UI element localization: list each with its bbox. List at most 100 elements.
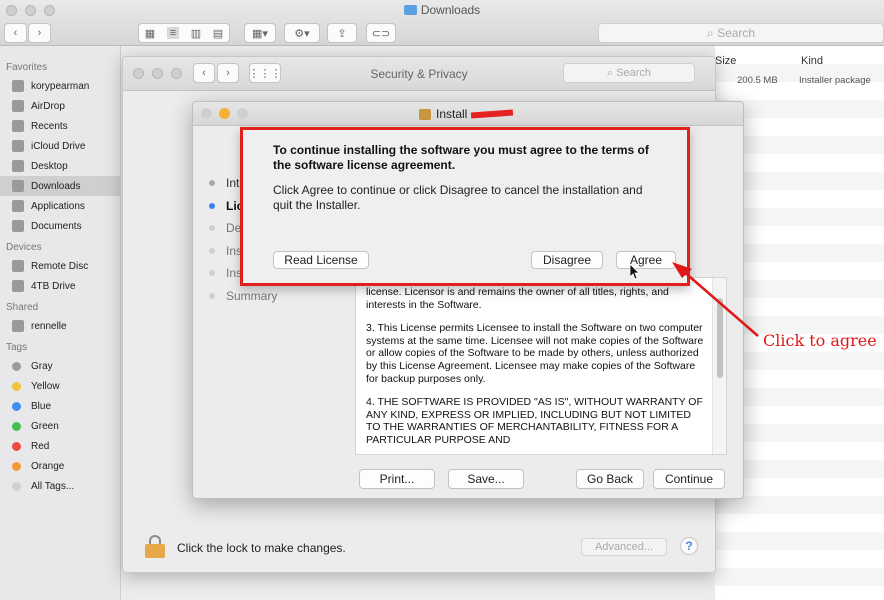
print-button[interactable]: Print... <box>359 469 435 489</box>
continue-button[interactable]: Continue <box>653 469 725 489</box>
read-license-button[interactable]: Read License <box>273 251 369 269</box>
gallery-view-icon[interactable]: ▤ <box>213 27 223 40</box>
sidebar-item-label: Orange <box>31 460 65 472</box>
minimize-button[interactable] <box>219 108 230 119</box>
back-button[interactable]: ‹ <box>4 23 27 43</box>
disc-icon <box>12 260 24 272</box>
sidebar-item-rennelle[interactable]: rennelle <box>0 316 120 336</box>
forward-button[interactable]: › <box>28 23 51 43</box>
sidebar-section-favorites: Favorites <box>6 62 48 73</box>
step-bullet-icon <box>209 180 215 187</box>
action-gear-button[interactable]: ⚙▾ <box>284 23 320 43</box>
file-kind: Installer package <box>799 75 871 86</box>
view-mode-switcher[interactable]: ▦ ≡ ▥ ▤ <box>138 23 230 43</box>
sidebar-item-airdrop[interactable]: AirDrop <box>0 96 120 116</box>
search-icon: ⌕ <box>606 67 614 79</box>
column-view-icon[interactable]: ▥ <box>191 27 201 40</box>
airdrop-icon <box>12 100 24 112</box>
annotation-label: Click to agree <box>763 331 877 350</box>
folder-icon <box>403 5 417 15</box>
sidebar-item-label: Desktop <box>31 160 68 172</box>
tag-color-dot-icon <box>12 381 21 391</box>
tag-color-dot-icon <box>12 401 21 411</box>
sidebar-item-label: Yellow <box>31 380 60 392</box>
save-button[interactable]: Save... <box>448 469 524 489</box>
sidebar-item-label: Documents <box>31 220 82 232</box>
sidebar-item-4tb-drive[interactable]: 4TB Drive <box>0 276 120 296</box>
step-bullet-icon <box>209 292 215 299</box>
sidebar-item-red[interactable]: Red <box>0 436 120 456</box>
drive-icon <box>12 280 24 292</box>
zoom-button[interactable] <box>237 108 248 119</box>
share-button[interactable]: ⇪ <box>327 23 357 43</box>
sidebar-item-applications[interactable]: Applications <box>0 196 120 216</box>
redaction-mark <box>471 109 514 119</box>
sidebar-item-label: All Tags... <box>31 480 75 492</box>
tags-button[interactable]: ⊂⊃ <box>366 23 396 43</box>
sidebar-item-label: iCloud Drive <box>31 140 86 152</box>
sidebar-item-label: Applications <box>31 200 85 212</box>
column-header-kind[interactable]: Kind <box>801 55 823 67</box>
mouse-cursor-icon <box>630 264 640 280</box>
installer-step: Summary <box>209 285 349 308</box>
tag-color-dot-icon <box>12 461 21 471</box>
license-paragraph: license. Licensor is and remains the own… <box>366 286 669 311</box>
license-paragraph: 4. THE SOFTWARE IS PROVIDED "AS IS", WIT… <box>366 396 703 446</box>
security-search-input[interactable]: ⌕ Search <box>563 63 695 83</box>
installer-window-controls[interactable] <box>201 108 248 119</box>
finder-titlebar: Downloads ‹ › ▦ ≡ ▥ ▤ ▦▾ ⚙▾ ⇪ ⊂⊃ ⌕ Searc… <box>0 0 884 46</box>
tag-color-dot-icon <box>12 361 21 371</box>
sidebar-section-devices: Devices <box>6 242 42 253</box>
desktop-icon <box>12 160 24 172</box>
installer-window-title: Install <box>419 107 514 121</box>
sidebar-item-label: Downloads <box>31 180 81 192</box>
file-size: 200.5 MB <box>737 75 778 86</box>
lock-icon[interactable] <box>145 535 165 558</box>
go-back-button[interactable]: Go Back <box>576 469 644 489</box>
installer-titlebar: Install <box>193 102 743 126</box>
sidebar-item-documents[interactable]: Documents <box>0 216 120 236</box>
scroll-thumb[interactable] <box>717 298 723 378</box>
lock-hint-text: Click the lock to make changes. <box>177 541 346 555</box>
dialog-message: Click Agree to continue or click Disagre… <box>273 183 643 212</box>
cloud-icon <box>12 140 24 152</box>
sidebar-item-label: 4TB Drive <box>31 280 76 292</box>
home-icon <box>12 80 24 92</box>
list-view-icon[interactable]: ≡ <box>166 27 180 39</box>
agree-button[interactable]: Agree <box>616 251 676 269</box>
sidebar-item-recents[interactable]: Recents <box>0 116 120 136</box>
search-icon: ⌕ <box>707 26 714 40</box>
sidebar-item-desktop[interactable]: Desktop <box>0 156 120 176</box>
sidebar-item-label: Blue <box>31 400 52 412</box>
step-bullet-icon <box>209 247 215 254</box>
computer-icon <box>12 320 24 332</box>
sidebar-item-label: Gray <box>31 360 53 372</box>
sidebar-item-yellow[interactable]: Yellow <box>0 376 120 396</box>
sidebar-item-green[interactable]: Green <box>0 416 120 436</box>
sidebar-item-orange[interactable]: Orange <box>0 456 120 476</box>
license-scrollbar[interactable] <box>712 278 726 454</box>
sidebar-item-blue[interactable]: Blue <box>0 396 120 416</box>
sidebar-item-label: Recents <box>31 120 68 132</box>
sidebar-item-korypearman[interactable]: korypearman <box>0 76 120 96</box>
license-text-area[interactable]: license. Licensor is and remains the own… <box>355 277 727 455</box>
recents-icon <box>12 120 24 132</box>
sidebar-item-all-tags[interactable]: All Tags... <box>0 476 120 496</box>
column-header-size[interactable]: Size <box>715 55 736 67</box>
group-by-button[interactable]: ▦▾ <box>244 23 276 43</box>
advanced-button[interactable]: Advanced... <box>581 538 667 556</box>
table-row[interactable]: 200.5 MB Installer package <box>715 71 884 89</box>
finder-search-input[interactable]: ⌕ Search <box>598 23 884 43</box>
sidebar-item-gray[interactable]: Gray <box>0 356 120 376</box>
close-button[interactable] <box>201 108 212 119</box>
sidebar-item-icloud-drive[interactable]: iCloud Drive <box>0 136 120 156</box>
tag-color-dot-icon <box>12 441 21 451</box>
sidebar-item-downloads[interactable]: Downloads <box>0 176 120 196</box>
disagree-button[interactable]: Disagree <box>531 251 603 269</box>
step-bullet-icon <box>209 225 215 232</box>
icon-view-icon[interactable]: ▦ <box>145 27 155 40</box>
sidebar-item-remote-disc[interactable]: Remote Disc <box>0 256 120 276</box>
step-bullet-icon <box>209 270 215 277</box>
help-button[interactable]: ? <box>680 537 698 555</box>
tag-color-dot-icon <box>12 421 21 431</box>
